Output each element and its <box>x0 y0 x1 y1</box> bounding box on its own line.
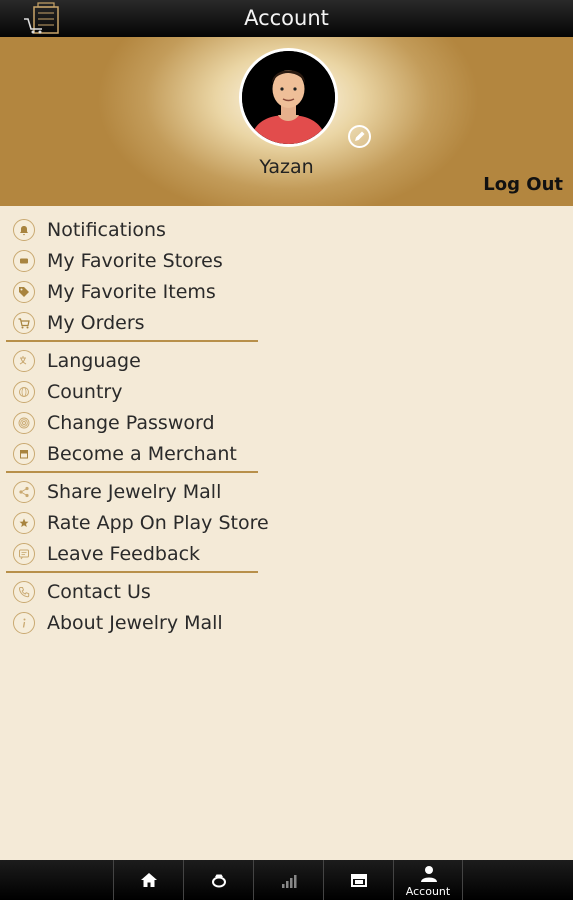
nav-stores-button[interactable] <box>323 860 393 900</box>
menu-item-label: Share Jewelry Mall <box>47 481 222 503</box>
nav-rings-button[interactable] <box>183 860 253 900</box>
fingerprint-icon <box>13 412 35 434</box>
logout-button[interactable]: Log Out <box>483 174 563 195</box>
menu-item-feedback[interactable]: Leave Feedback <box>13 540 200 568</box>
nav-account-button[interactable]: Account <box>393 860 463 900</box>
menu-item-about[interactable]: About Jewelry Mall <box>13 609 223 637</box>
star-icon <box>13 512 35 534</box>
menu-item-notifications[interactable]: Notifications <box>13 216 166 244</box>
edit-profile-button[interactable] <box>348 125 371 148</box>
nav-offers-button[interactable] <box>253 860 323 900</box>
menu-item-my-orders[interactable]: My Orders <box>13 309 145 337</box>
globe-icon <box>13 381 35 403</box>
menu-item-label: Notifications <box>47 219 166 241</box>
language-icon <box>13 350 35 372</box>
feedback-icon <box>13 543 35 565</box>
menu-item-label: Change Password <box>47 412 215 434</box>
menu-item-share[interactable]: Share Jewelry Mall <box>13 478 221 506</box>
top-bar: Account <box>0 0 573 37</box>
menu-item-label: Become a Merchant <box>47 443 237 465</box>
avatar[interactable] <box>239 48 338 147</box>
menu-divider <box>6 471 258 473</box>
menu-divider <box>6 571 258 573</box>
menu-item-change-password[interactable]: Change Password <box>13 409 215 437</box>
account-icon <box>421 866 437 882</box>
menu-item-label: Contact Us <box>47 581 151 603</box>
store-icon <box>13 250 35 272</box>
store-icon <box>351 874 367 887</box>
menu-item-favorite-stores[interactable]: My Favorite Stores <box>13 247 223 275</box>
profile-header: Yazan Log Out <box>0 37 573 206</box>
info-icon <box>13 612 35 634</box>
menu-item-become-merchant[interactable]: Become a Merchant <box>13 440 237 468</box>
menu-item-rate-app[interactable]: Rate App On Play Store <box>13 509 269 537</box>
menu-divider <box>6 340 258 342</box>
share-icon <box>13 481 35 503</box>
menu-item-label: Country <box>47 381 123 403</box>
menu-item-label: My Orders <box>47 312 145 334</box>
chart-icon <box>282 875 297 888</box>
shop-icon <box>13 443 35 465</box>
pencil-icon <box>355 131 365 141</box>
menu-item-label: My Favorite Stores <box>47 250 223 272</box>
page-title: Account <box>244 6 329 30</box>
home-icon <box>141 873 157 887</box>
menu-item-label: Leave Feedback <box>47 543 201 565</box>
menu-item-label: My Favorite Items <box>47 281 216 303</box>
nav-home-button[interactable] <box>113 860 183 900</box>
nav-account-label: Account <box>405 885 451 898</box>
bottom-nav: Account <box>0 860 573 900</box>
bell-icon <box>13 219 35 241</box>
menu-item-label: Language <box>47 350 141 372</box>
cart-icon <box>13 312 35 334</box>
menu-item-language[interactable]: Language <box>13 347 141 375</box>
menu-item-contact-us[interactable]: Contact Us <box>13 578 151 606</box>
phone-icon <box>13 581 35 603</box>
tag-icon <box>13 281 35 303</box>
menu-item-country[interactable]: Country <box>13 378 122 406</box>
ring-icon <box>212 874 226 888</box>
menu-item-label: About Jewelry Mall <box>47 612 223 634</box>
menu-item-label: Rate App On Play Store <box>47 512 269 534</box>
menu-item-favorite-items[interactable]: My Favorite Items <box>13 278 216 306</box>
